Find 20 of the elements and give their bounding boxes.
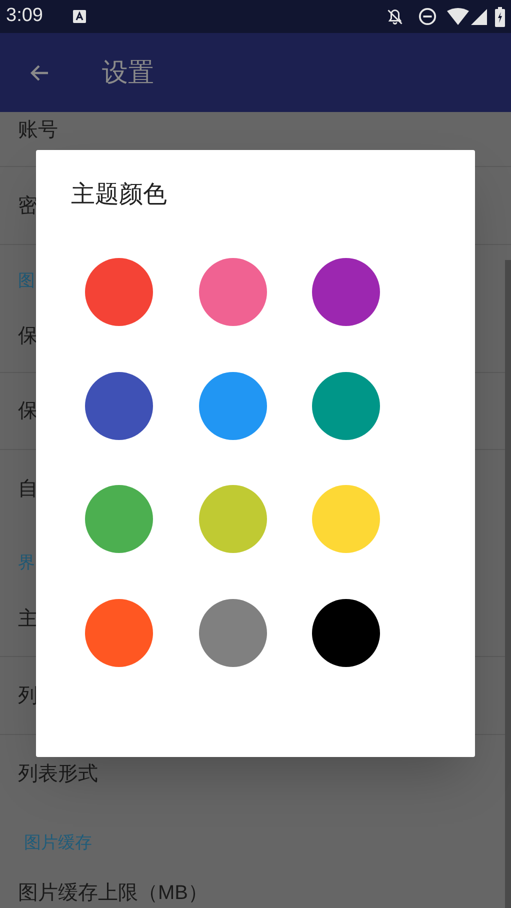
section-header: 图 <box>18 270 35 292</box>
bell-off-icon <box>386 8 404 26</box>
setting-label: 列表形式 <box>18 762 98 786</box>
setting-label: 账号 <box>18 118 58 142</box>
do-not-disturb-icon <box>418 7 437 26</box>
setting-label: 自 <box>18 476 38 500</box>
wifi-icon <box>447 8 469 25</box>
section-header: 界 <box>18 552 35 574</box>
section-header: 图片缓存 <box>24 832 92 854</box>
dialog-title: 主题颜色 <box>71 180 167 210</box>
signal-icon <box>471 8 487 24</box>
battery-icon <box>495 6 505 26</box>
setting-label: 图片缓存上限（MB） <box>18 881 208 905</box>
setting-label: 保 <box>18 324 38 348</box>
setting-label: 主 <box>18 607 38 631</box>
setting-label: 保 <box>18 399 38 423</box>
status-time: 3:09 <box>6 4 43 28</box>
setting-label: 密 <box>18 194 38 218</box>
screen-title: 设置 <box>102 56 154 89</box>
keyboard-app-icon <box>72 10 86 23</box>
